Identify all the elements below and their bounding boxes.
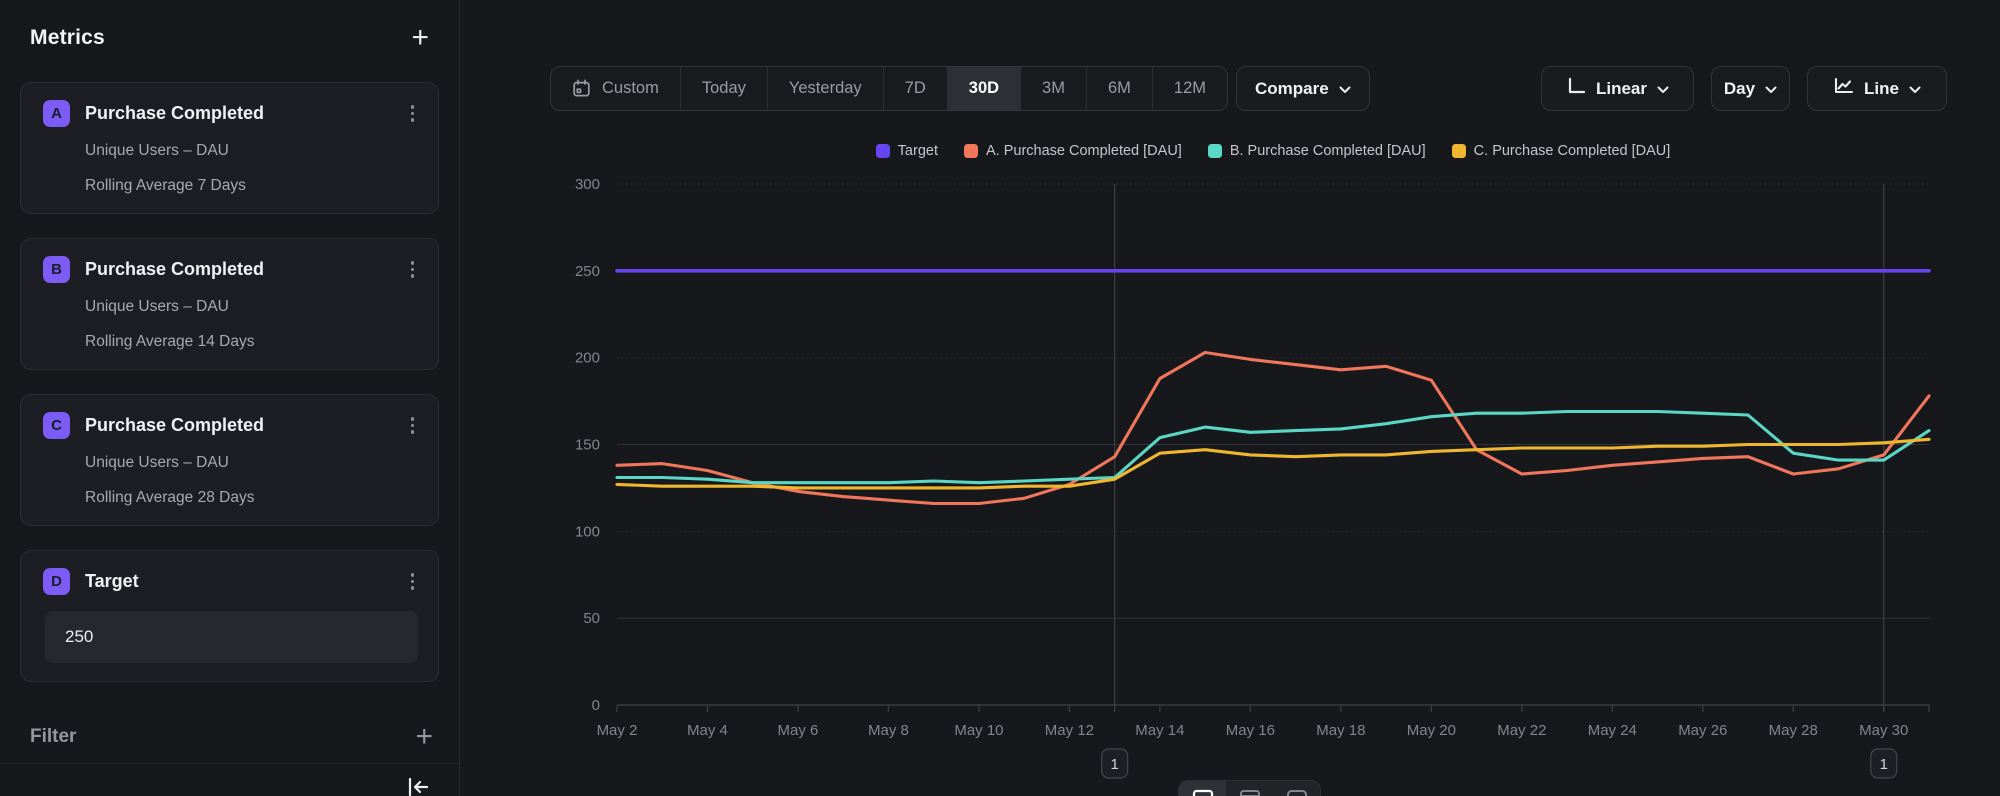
granularity-selector-button[interactable]: Day xyxy=(1711,66,1790,111)
x-tick-label: May 12 xyxy=(1045,722,1094,739)
y-tick-label: 250 xyxy=(575,263,600,280)
filter-label: Filter xyxy=(30,726,76,748)
metric-badge-a: A xyxy=(43,100,70,127)
x-tick-label: May 8 xyxy=(868,722,909,739)
series-line-3[interactable] xyxy=(617,439,1929,488)
chevron-down-icon xyxy=(1765,86,1777,94)
metric-subtitle: Unique Users – DAU xyxy=(85,454,420,472)
more-options-icon[interactable] xyxy=(405,101,421,126)
y-tick-label: 0 xyxy=(592,697,600,714)
y-tick-label: 300 xyxy=(575,176,600,193)
split-view-icon[interactable] xyxy=(1273,781,1320,796)
target-title: Target xyxy=(85,571,405,592)
range-custom[interactable]: Custom xyxy=(551,67,680,110)
x-tick-label: May 16 xyxy=(1226,722,1275,739)
range-12m[interactable]: 12M xyxy=(1152,67,1227,110)
more-options-icon[interactable] xyxy=(405,569,421,594)
metrics-sidebar: Metrics + A Purchase Completed Unique Us… xyxy=(0,0,460,796)
metrics-line-chart[interactable]: 0 50 100 150 200 250 300 May 2 May 4 May 6 May 8 Ma… xyxy=(460,130,2000,796)
more-options-icon[interactable] xyxy=(405,257,421,282)
metric-detail: Rolling Average 7 Days xyxy=(85,177,420,195)
metric-title: Purchase Completed xyxy=(85,259,405,280)
x-tick-label: May 26 xyxy=(1678,722,1727,739)
metric-card-c[interactable]: C Purchase Completed Unique Users – DAU … xyxy=(20,394,439,526)
metric-detail: Rolling Average 14 Days xyxy=(85,333,420,351)
metric-title: Purchase Completed xyxy=(85,103,405,124)
series-line-1[interactable] xyxy=(617,353,1929,504)
chevron-down-icon xyxy=(1657,86,1669,94)
metric-cards: A Purchase Completed Unique Users – DAU … xyxy=(0,82,459,682)
x-tick-label: May 14 xyxy=(1135,722,1184,739)
table-view-icon[interactable] xyxy=(1226,781,1273,796)
range-yesterday[interactable]: Yesterday xyxy=(767,67,883,110)
target-value-input[interactable]: 250 xyxy=(45,611,418,663)
sidebar-divider xyxy=(0,763,459,764)
collapse-sidebar-icon[interactable] xyxy=(405,776,431,796)
add-filter-icon[interactable]: + xyxy=(415,726,433,748)
view-switcher xyxy=(1178,780,1321,796)
series-line-2[interactable] xyxy=(617,412,1929,483)
range-today[interactable]: Today xyxy=(680,67,767,110)
filter-section: Filter + xyxy=(30,726,433,748)
chevron-down-icon xyxy=(1339,86,1351,94)
chart-view-icon[interactable] xyxy=(1179,781,1226,796)
metric-subtitle: Unique Users – DAU xyxy=(85,298,420,316)
range-30d[interactable]: 30D xyxy=(947,67,1020,110)
range-6m[interactable]: 6M xyxy=(1086,67,1152,110)
range-7d[interactable]: 7D xyxy=(883,67,947,110)
range-3m[interactable]: 3M xyxy=(1020,67,1086,110)
metric-badge-d: D xyxy=(43,568,70,595)
sidebar-title: Metrics xyxy=(30,26,105,50)
metric-card-b[interactable]: B Purchase Completed Unique Users – DAU … xyxy=(20,238,439,370)
metric-title: Purchase Completed xyxy=(85,415,405,436)
metric-card-a[interactable]: A Purchase Completed Unique Users – DAU … xyxy=(20,82,439,214)
sidebar-header: Metrics + xyxy=(0,0,459,50)
add-metric-icon[interactable]: + xyxy=(411,27,429,49)
scale-selector-button[interactable]: Linear xyxy=(1541,66,1694,111)
y-tick-label: 50 xyxy=(583,610,600,627)
metric-badge-c: C xyxy=(43,412,70,439)
metric-badge-b: B xyxy=(43,256,70,283)
compare-button[interactable]: Compare xyxy=(1236,66,1370,111)
x-tick-label: May 4 xyxy=(687,722,728,739)
x-tick-label: May 20 xyxy=(1407,722,1456,739)
metric-detail: Rolling Average 28 Days xyxy=(85,489,420,507)
target-card[interactable]: D Target 250 xyxy=(20,550,439,682)
date-range-selector: Custom Today Yesterday 7D 30D 3M 6M 12M xyxy=(550,66,1228,111)
x-tick-label: May 30 xyxy=(1859,722,1908,739)
y-tick-label: 200 xyxy=(575,350,600,367)
metric-subtitle: Unique Users – DAU xyxy=(85,142,420,160)
y-tick-label: 150 xyxy=(575,437,600,454)
x-tick-label: May 10 xyxy=(954,722,1003,739)
x-tick-label: May 6 xyxy=(778,722,819,739)
chart-type-selector-button[interactable]: Line xyxy=(1807,66,1947,111)
annotation-badge-label: 1 xyxy=(1110,756,1118,773)
x-tick-label: May 2 xyxy=(597,722,638,739)
x-tick-label: May 28 xyxy=(1769,722,1818,739)
x-tick-label: May 24 xyxy=(1588,722,1637,739)
x-tick-label: May 22 xyxy=(1497,722,1546,739)
y-tick-label: 100 xyxy=(575,523,600,540)
chevron-down-icon xyxy=(1909,86,1921,94)
x-tick-label: May 18 xyxy=(1316,722,1365,739)
linear-scale-icon xyxy=(1566,76,1586,101)
more-options-icon[interactable] xyxy=(405,413,421,438)
calendar-icon xyxy=(572,79,591,98)
annotation-badge-label: 1 xyxy=(1880,756,1888,773)
line-chart-icon xyxy=(1833,76,1854,101)
